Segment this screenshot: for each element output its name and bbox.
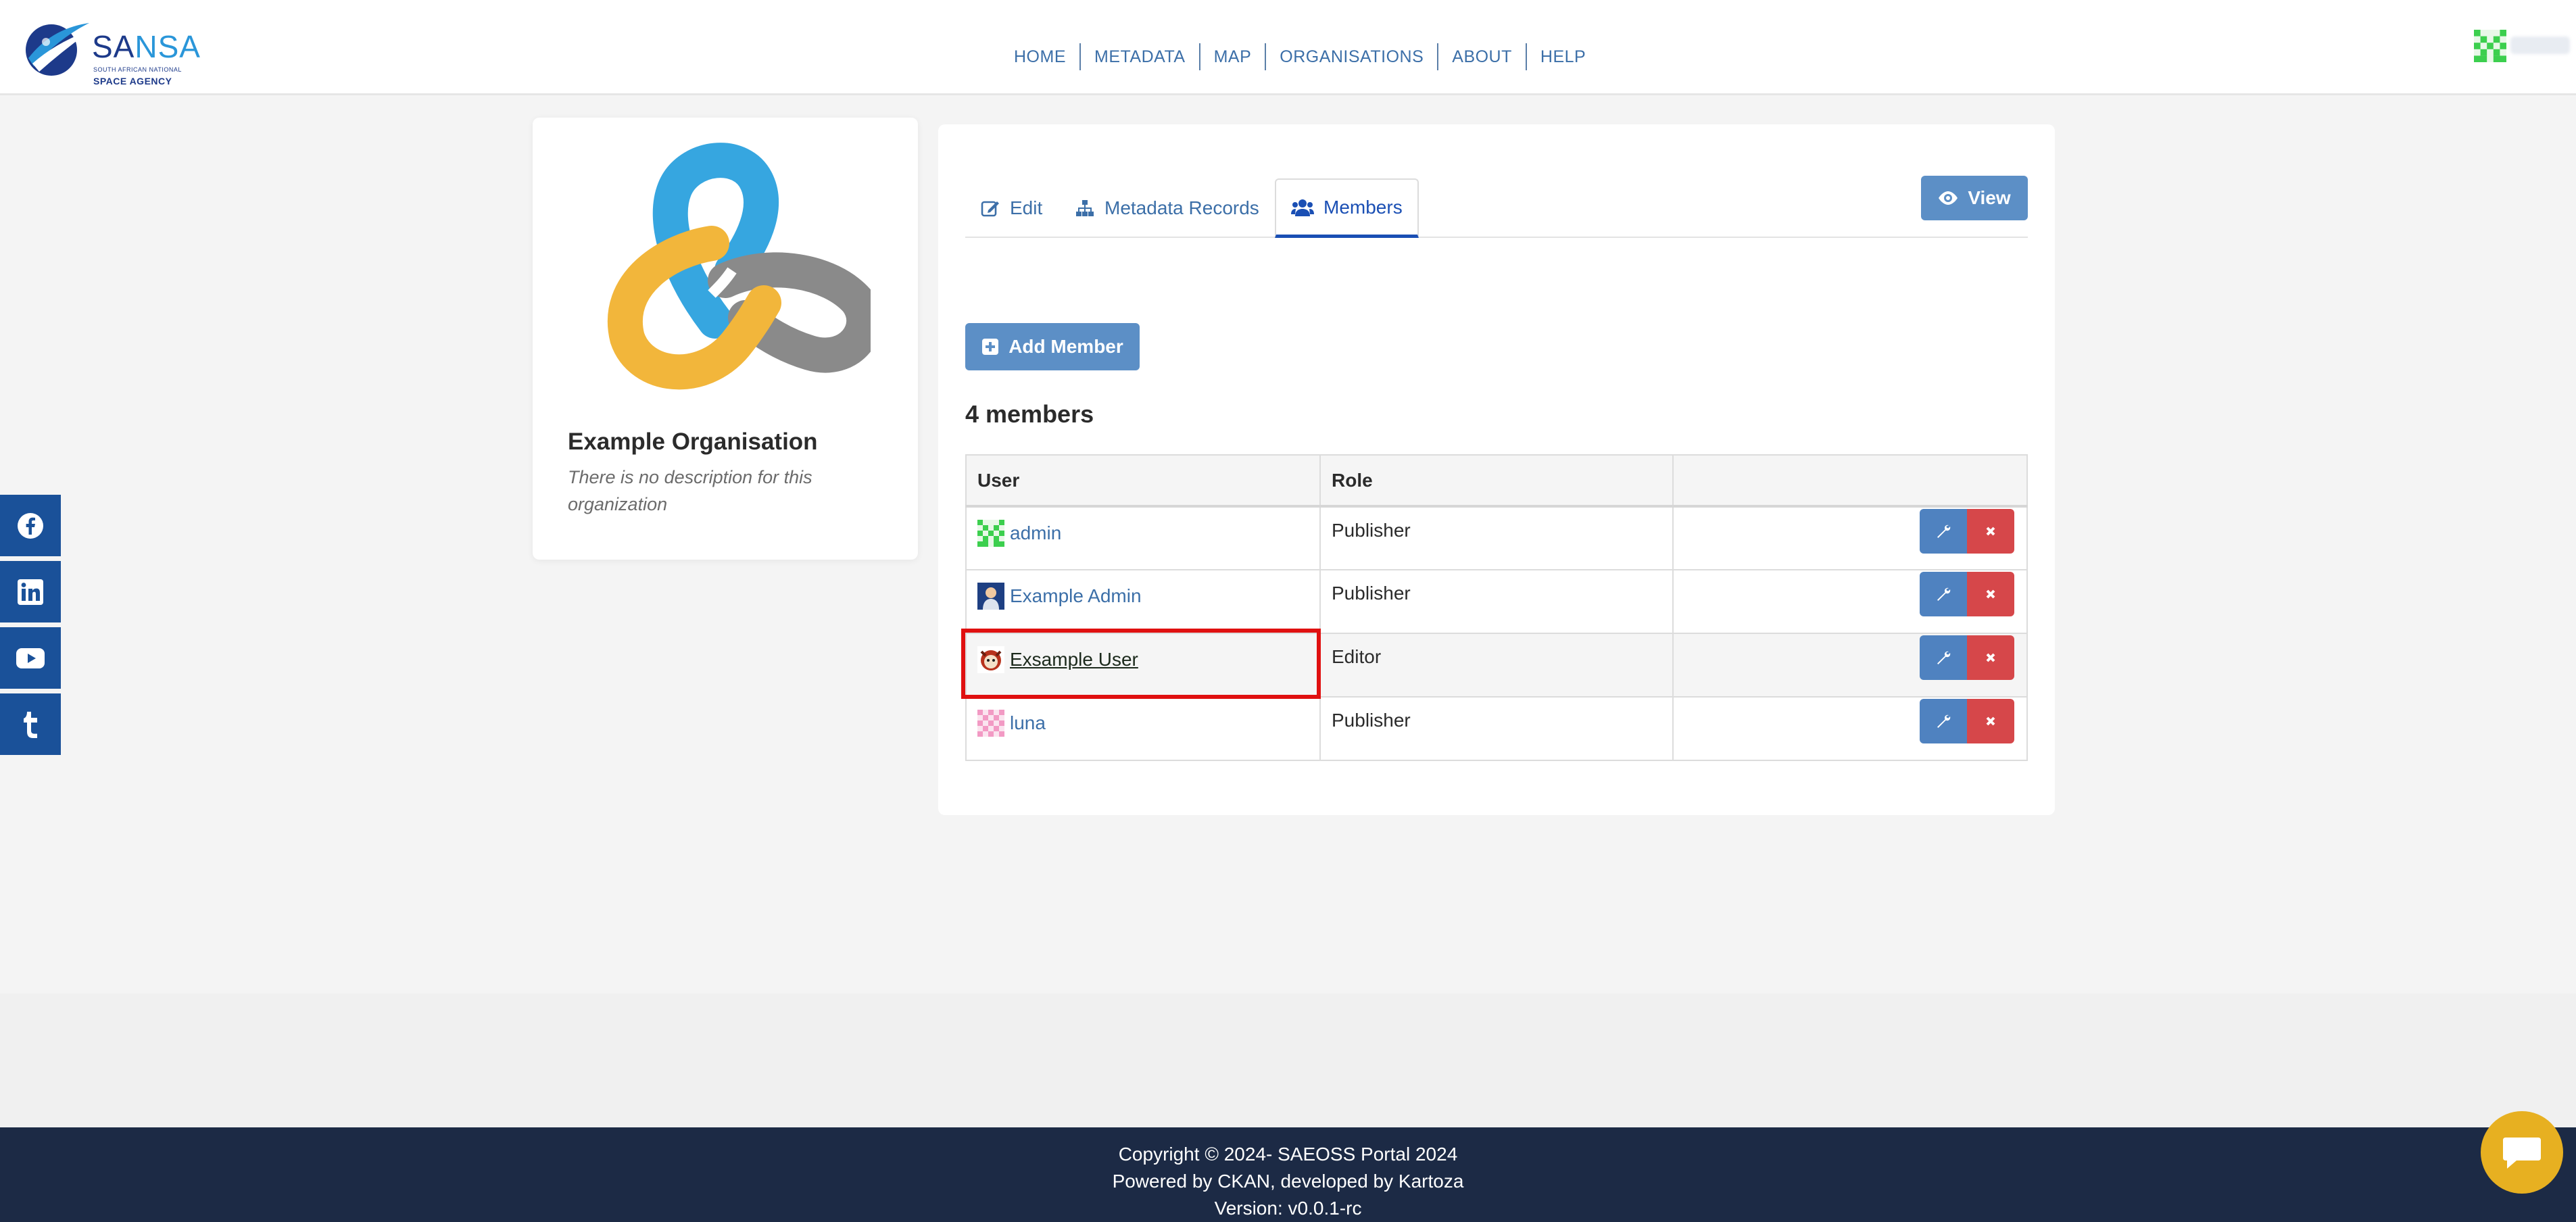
nav-home[interactable]: HOME [1000, 43, 1081, 70]
tab-bar: Edit Metadata Records Members [965, 178, 2028, 238]
view-button[interactable]: View [1921, 176, 2028, 220]
example-admin-avatar-icon [977, 583, 1004, 610]
table-row: luna Publisher [965, 696, 2028, 761]
members-count: 4 members [965, 400, 1094, 428]
role-cell: Publisher [1319, 506, 1674, 570]
tab-members[interactable]: Members [1275, 178, 1419, 238]
social-sidebar [0, 495, 61, 760]
footer-copyright: Copyright © 2024- SAEOSS Portal 2024 [1118, 1144, 1458, 1165]
logo-subtitle: SOUTH AFRICAN NATIONAL [93, 66, 182, 73]
logo-subtitle-strong: SPACE AGENCY [93, 76, 172, 87]
nav-organisations[interactable]: ORGANISATIONS [1266, 43, 1439, 70]
edit-member-button[interactable] [1920, 572, 1967, 616]
actions-cell [1672, 506, 2028, 570]
edit-member-button[interactable] [1920, 509, 1967, 554]
close-icon [1986, 653, 1995, 662]
user-link[interactable]: luna [1010, 712, 1046, 734]
sansa-emblem-icon [26, 23, 92, 76]
delete-member-button[interactable] [1967, 699, 2014, 743]
column-header-role: Role [1319, 454, 1674, 508]
members-table: User Role admin Publisher Example Admin … [965, 454, 2028, 761]
footer-powered-by: Powered by CKAN, developed by Kartoza [1112, 1171, 1464, 1192]
exsample-user-avatar-icon [977, 646, 1004, 673]
youtube-button[interactable] [0, 627, 61, 689]
members-panel: Edit Metadata Records Members View Add M… [938, 124, 2055, 815]
tumblr-button[interactable] [0, 693, 61, 755]
facebook-icon [18, 512, 43, 539]
user-link[interactable]: Exsample User [1010, 649, 1138, 670]
wrench-icon [1937, 714, 1951, 728]
users-icon [1291, 199, 1314, 216]
close-icon [1986, 589, 1995, 599]
user-link[interactable]: admin [1010, 522, 1061, 544]
add-member-button[interactable]: Add Member [965, 323, 1140, 370]
main-nav: HOME METADATA MAP ORGANISATIONS ABOUT HE… [1000, 43, 1599, 70]
edit-icon [981, 201, 999, 217]
close-icon [1986, 527, 1995, 536]
table-row: admin Publisher [965, 506, 2028, 570]
delete-member-button[interactable] [1967, 572, 2014, 616]
nav-help[interactable]: HELP [1527, 43, 1599, 70]
add-member-label: Add Member [1008, 336, 1123, 357]
actions-cell [1672, 696, 2028, 761]
wrench-icon [1937, 524, 1951, 538]
tab-edit[interactable]: Edit [965, 178, 1057, 238]
organization-title: Example Organisation [568, 429, 818, 455]
chat-button[interactable] [2481, 1111, 2563, 1194]
delete-member-button[interactable] [1967, 635, 2014, 680]
site-footer: Copyright © 2024- SAEOSS Portal 2024 Pow… [0, 1127, 2576, 1222]
footer-version: Version: v0.0.1-rc [1214, 1198, 1362, 1219]
user-name-redacted[interactable] [2510, 36, 2570, 54]
admin-avatar-icon [977, 520, 1004, 547]
youtube-icon [16, 647, 45, 668]
user-cell: Exsample User [965, 633, 1321, 698]
sitemap-icon [1076, 200, 1094, 216]
actions-cell [1672, 569, 2028, 634]
facebook-button[interactable] [0, 495, 61, 556]
organization-card: Example Organisation There is no descrip… [533, 118, 918, 560]
linkedin-icon [18, 579, 43, 605]
view-button-label: View [1968, 187, 2011, 208]
close-icon [1986, 716, 1995, 726]
tumblr-icon [24, 711, 37, 738]
user-cell: luna [965, 696, 1321, 761]
nav-map[interactable]: MAP [1200, 43, 1267, 70]
edit-member-button[interactable] [1920, 635, 1967, 680]
logo-wordmark: SANSA [92, 29, 201, 64]
linkedin-button[interactable] [0, 561, 61, 622]
role-cell: Publisher [1319, 696, 1674, 761]
delete-member-button[interactable] [1967, 509, 2014, 554]
column-header-user: User [965, 454, 1321, 508]
tab-metadata-records-label: Metadata Records [1104, 197, 1259, 218]
edit-member-button[interactable] [1920, 699, 1967, 743]
table-header-row: User Role [965, 454, 2028, 508]
plus-square-icon [982, 339, 999, 355]
nav-about[interactable]: ABOUT [1438, 43, 1527, 70]
identicon-avatar-icon [2474, 30, 2506, 62]
table-row: Exsample User Editor [965, 633, 2028, 698]
table-row: Example Admin Publisher [965, 569, 2028, 634]
organization-logo-icon [607, 143, 871, 390]
sansa-logo[interactable]: SANSA SOUTH AFRICAN NATIONAL SPACE AGENC… [19, 15, 200, 87]
column-header-actions [1672, 454, 2028, 508]
user-avatar[interactable] [2474, 30, 2506, 62]
wrench-icon [1937, 587, 1951, 601]
organization-description: There is no description for this organiz… [568, 467, 812, 514]
role-cell: Publisher [1319, 569, 1674, 634]
actions-cell [1672, 633, 2028, 698]
footer-band [0, 994, 2576, 1127]
user-cell: Example Admin [965, 569, 1321, 634]
tab-metadata-records[interactable]: Metadata Records [1060, 178, 1274, 238]
user-link[interactable]: Example Admin [1010, 585, 1142, 607]
tab-members-label: Members [1323, 196, 1403, 218]
tab-edit-label: Edit [1010, 197, 1043, 218]
wrench-icon [1937, 651, 1951, 664]
nav-metadata[interactable]: METADATA [1081, 43, 1200, 70]
site-header: SANSA SOUTH AFRICAN NATIONAL SPACE AGENC… [0, 0, 2576, 95]
chat-icon [2503, 1138, 2541, 1169]
luna-avatar-icon [977, 710, 1004, 737]
user-cell: admin [965, 506, 1321, 570]
eye-icon [1939, 191, 1958, 205]
role-cell: Editor [1319, 633, 1674, 698]
